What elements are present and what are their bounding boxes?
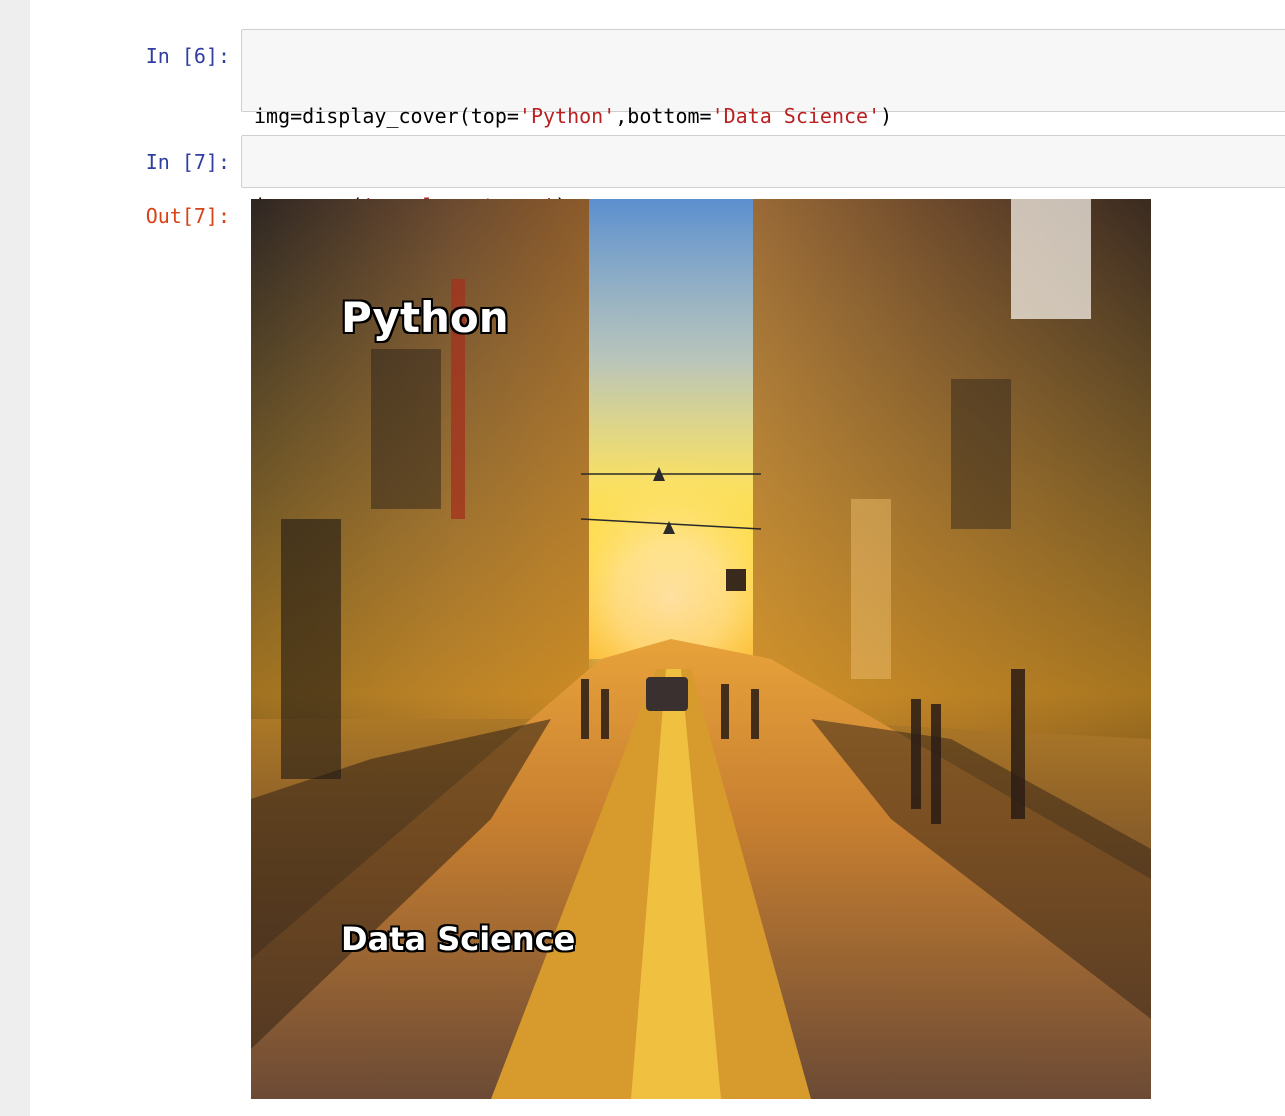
code-token: img=display_cover(top= [254,104,519,128]
string-token: 'Python' [518,104,616,128]
notebook-container: In [6]: img=display_cover(top='Python',b… [30,0,1285,1116]
string-token: 'Data Science' [711,104,881,128]
code-editor[interactable]: IPythonImage(filename='sample-out.png') [241,135,1285,234]
code-token: ) [880,104,893,128]
code-token: ,bottom= [615,104,712,128]
cover-bottom-text: Data Science [341,920,576,958]
input-prompt: In [7]: [145,150,230,174]
output-image: Python Data Science [251,199,1151,1099]
cover-top-text: Python [341,293,509,342]
input-prompt: In [6]: [145,44,230,68]
code-editor[interactable]: img=display_cover(top='Python',bottom='D… [241,29,1285,218]
code-line: img=display_cover(top='Python',bottom='D… [254,101,1274,131]
output-prompt: Out[7]: [145,204,230,228]
